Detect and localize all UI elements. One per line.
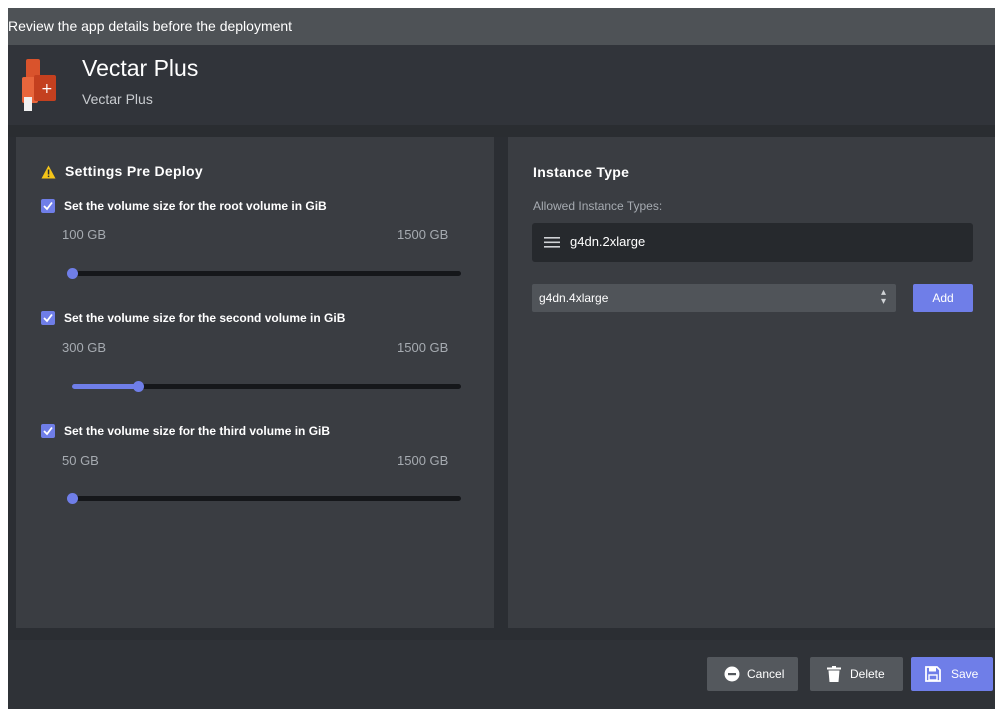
root-volume-checkbox[interactable]: [41, 199, 55, 213]
delete-label: Delete: [850, 667, 885, 681]
add-instance-button[interactable]: Add: [913, 284, 973, 312]
dialog-titlebar: Review the app details before the deploy…: [8, 8, 995, 45]
minus-circle-icon: [724, 666, 740, 682]
root-volume-max: 1500 GB: [397, 227, 449, 242]
third-volume-slider-thumb[interactable]: [67, 493, 78, 504]
delete-button[interactable]: Delete: [810, 657, 903, 691]
instance-select-value: g4dn.4xlarge: [539, 291, 609, 305]
allowed-instance-item[interactable]: g4dn.2xlarge: [532, 223, 973, 262]
second-volume-value: 300 GB: [62, 340, 107, 355]
third-volume-checkbox[interactable]: [41, 424, 55, 438]
cancel-button[interactable]: Cancel: [707, 657, 798, 691]
third-volume-value: 50 GB: [62, 453, 99, 468]
floppy-disk-icon: [925, 666, 941, 682]
root-volume-slider-thumb[interactable]: [67, 268, 78, 279]
allowed-instance-name: g4dn.2xlarge: [570, 234, 646, 249]
app-header: + Vectar Plus Vectar Plus: [8, 45, 995, 125]
save-label: Save: [951, 667, 979, 681]
third-volume-max: 1500 GB: [397, 453, 449, 468]
dialog-footer: Cancel Delete Save: [8, 640, 995, 709]
svg-text:+: +: [41, 81, 53, 97]
vectar-logo-icon: +: [22, 59, 56, 111]
app-subtitle: Vectar Plus: [82, 91, 153, 107]
instance-panel: Instance Type Allowed Instance Types: g4…: [508, 137, 995, 628]
second-volume-slider-thumb[interactable]: [133, 381, 144, 392]
save-button[interactable]: Save: [911, 657, 993, 691]
root-volume-value: 100 GB: [62, 227, 107, 242]
allowed-types-label: Allowed Instance Types:: [533, 199, 663, 213]
second-volume-slider-fill: [72, 384, 138, 389]
instance-type-select[interactable]: g4dn.4xlarge ▴ ▾: [532, 284, 896, 312]
second-volume-label: Set the volume size for the second volum…: [64, 311, 346, 325]
drag-handle-icon[interactable]: [544, 237, 560, 248]
root-volume-slider[interactable]: [67, 268, 461, 279]
cancel-label: Cancel: [747, 667, 785, 681]
second-volume-slider[interactable]: [72, 381, 461, 392]
second-volume-checkbox[interactable]: [41, 311, 55, 325]
second-volume-max: 1500 GB: [397, 340, 449, 355]
select-arrows-icon: ▴ ▾: [880, 287, 886, 307]
root-volume-label: Set the volume size for the root volume …: [64, 199, 327, 213]
instance-title: Instance Type: [533, 164, 630, 180]
dialog-title: Review the app details before the deploy…: [8, 18, 293, 34]
third-volume-label: Set the volume size for the third volume…: [64, 424, 331, 438]
warning-icon: [41, 165, 56, 179]
third-volume-slider[interactable]: [67, 493, 461, 504]
settings-panel: Settings Pre Deploy Set the volume size …: [16, 137, 494, 628]
trash-icon: [827, 666, 841, 682]
review-dialog: Review the app details before the deploy…: [8, 8, 995, 709]
settings-title: Settings Pre Deploy: [65, 163, 203, 179]
divider-band: [8, 125, 995, 137]
app-name: Vectar Plus: [82, 55, 199, 81]
